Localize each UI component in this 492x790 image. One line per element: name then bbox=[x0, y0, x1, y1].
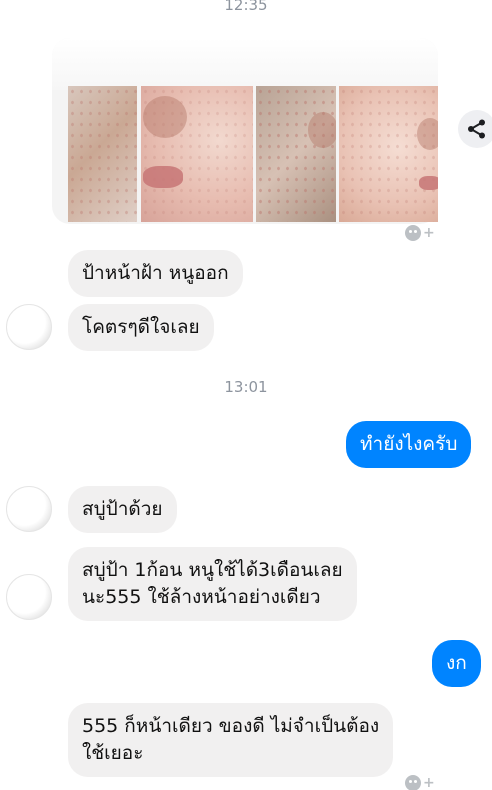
message-bubble-incoming[interactable]: โคตรๆดีใจเลย bbox=[68, 304, 214, 351]
plus-icon: + bbox=[423, 775, 435, 790]
face-photo-1[interactable] bbox=[68, 86, 137, 222]
message-bubble-incoming[interactable]: สบู่ป้า 1ก้อน หนูใช้ได้3เดือนเลย นะ555 ใ… bbox=[68, 547, 357, 621]
contact-avatar[interactable] bbox=[6, 486, 52, 532]
face-photo-4[interactable] bbox=[339, 86, 438, 222]
smiley-icon bbox=[405, 225, 421, 241]
smiley-icon bbox=[405, 775, 421, 790]
message-bubble-outgoing[interactable]: งก bbox=[432, 640, 481, 687]
timestamp-top: 12:35 bbox=[224, 0, 268, 14]
face-photo-2[interactable] bbox=[141, 86, 253, 222]
message-bubble-incoming[interactable]: 555 ก็หน้าเดียว ของดี ไม่จำเป็นต้อง ใช้เ… bbox=[68, 703, 394, 777]
contact-avatar[interactable] bbox=[6, 304, 52, 350]
message-bubble-incoming[interactable]: ป้าหน้าฝ้า หนูออก bbox=[68, 250, 243, 297]
contact-avatar[interactable] bbox=[6, 574, 52, 620]
message-bubble-outgoing[interactable]: ทำยังไงครับ bbox=[346, 421, 472, 468]
share-button[interactable] bbox=[458, 110, 492, 148]
timestamp-middle: 13:01 bbox=[224, 378, 268, 396]
message-bubble-incoming[interactable]: สบู่ป้าด้วย bbox=[68, 486, 177, 533]
share-icon bbox=[468, 119, 485, 139]
add-reaction-button[interactable]: + bbox=[405, 222, 437, 244]
add-reaction-button[interactable]: + bbox=[405, 772, 437, 790]
plus-icon: + bbox=[423, 225, 435, 241]
face-photo-3[interactable] bbox=[256, 86, 336, 222]
